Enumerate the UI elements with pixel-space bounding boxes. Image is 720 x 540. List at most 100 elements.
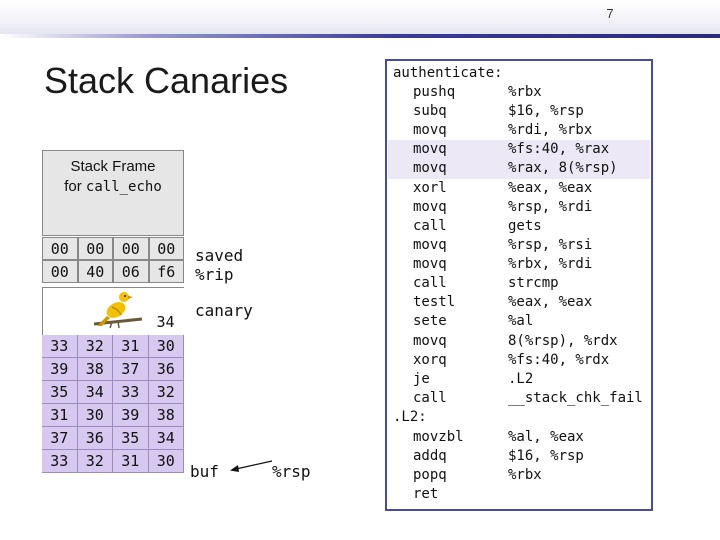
buffer-row: 31 30 39 38 <box>42 404 184 427</box>
memory-cell: 00 <box>42 237 78 260</box>
code-args: %fs:40, %rax <box>508 141 610 157</box>
code-op: pushq <box>413 84 456 100</box>
code-args: %rbx, %rdi <box>508 256 593 272</box>
canary-label: canary <box>195 301 253 320</box>
code-op: xorq <box>413 352 447 368</box>
code-args: %eax, %eax <box>508 180 593 196</box>
code-op: movq <box>413 160 447 176</box>
top-banner-rule <box>0 34 720 38</box>
code-args: %rbx <box>508 84 542 100</box>
memory-cell: 35 <box>113 427 149 450</box>
rsp-pointer-arrow <box>230 460 273 472</box>
code-op: addq <box>413 448 447 464</box>
code-op: movzbl <box>413 429 464 445</box>
code-args: %eax, %eax <box>508 294 593 310</box>
buffer-row: 33 32 31 30 <box>42 335 184 358</box>
code-args: %rax, 8(%rsp) <box>508 160 618 176</box>
code-args: %rsp, %rdi <box>508 199 593 215</box>
memory-cell: 34 <box>77 381 113 404</box>
memory-cell: 37 <box>113 358 149 381</box>
memory-cell: 33 <box>42 450 78 473</box>
code-op: movq <box>413 141 447 157</box>
code-args: %al, %eax <box>508 429 584 445</box>
saved-rip-row: 00 00 00 00 <box>42 237 184 260</box>
code-op: movq <box>413 122 447 138</box>
saved-rip-row: 00 40 06 f6 <box>42 260 184 283</box>
memory-cell: 38 <box>148 404 184 427</box>
memory-cell: 30 <box>148 335 184 358</box>
memory-cell: 06 <box>113 260 149 283</box>
saved-rip-grid: 00 00 00 00 00 40 06 f6 <box>42 237 184 283</box>
rip-label: %rip <box>195 265 234 284</box>
code-op: movq <box>413 256 447 272</box>
memory-cell: 39 <box>42 358 78 381</box>
buffer-row: 33 32 31 30 <box>42 450 184 473</box>
code-op: sete <box>413 313 447 329</box>
buf-label: buf <box>190 462 219 481</box>
code-op: xorl <box>413 180 447 196</box>
memory-cell: 32 <box>77 335 113 358</box>
memory-cell: 34 <box>148 427 184 450</box>
code-args: %al <box>508 313 534 329</box>
code-op: movq <box>413 199 447 215</box>
buffer-row: 35 34 33 32 <box>42 381 184 404</box>
code-op: call <box>413 275 447 291</box>
memory-cell: 30 <box>148 450 184 473</box>
saved-label: saved <box>195 246 244 265</box>
buffer-grid: 33 32 31 30 39 38 37 36 35 34 33 32 31 3… <box>42 335 184 473</box>
memory-cell: 00 <box>42 260 78 283</box>
canary-byte: 34 <box>156 313 175 331</box>
code-args: %rsp, %rsi <box>508 237 593 253</box>
slide-number: 7 <box>606 6 614 21</box>
memory-cell: 00 <box>148 237 184 260</box>
code-args: strcmp <box>508 275 559 291</box>
memory-cell: 31 <box>113 450 149 473</box>
rsp-label: %rsp <box>272 462 311 481</box>
stack-frame-box: Stack Frame for call_echo <box>42 150 184 236</box>
code-op: subq <box>413 103 447 119</box>
memory-cell: 31 <box>42 404 78 427</box>
code-args: %fs:40, %rdx <box>508 352 610 368</box>
memory-cell: 00 <box>113 237 149 260</box>
code-op: popq <box>413 467 447 483</box>
code-op: ret <box>413 486 439 502</box>
slide-title: Stack Canaries <box>44 60 289 101</box>
memory-cell: 38 <box>77 358 113 381</box>
code-label-text: .L2: <box>393 409 427 425</box>
memory-cell: 32 <box>148 381 184 404</box>
memory-cell: 36 <box>77 427 113 450</box>
memory-cell: 30 <box>77 404 113 427</box>
memory-cell: 40 <box>77 260 113 283</box>
code-label-text: authenticate: <box>393 65 503 81</box>
buffer-row: 39 38 37 36 <box>42 358 184 381</box>
memory-cell: f6 <box>148 260 184 283</box>
memory-cell: 00 <box>77 237 113 260</box>
memory-cell: 31 <box>113 335 149 358</box>
canary-bird-icon <box>93 292 143 329</box>
memory-cell: 33 <box>113 381 149 404</box>
buffer-row: 37 36 35 34 <box>42 427 184 450</box>
code-op: je <box>413 371 430 387</box>
code-args: %rdi, %rbx <box>508 122 593 138</box>
memory-cell: 35 <box>42 381 78 404</box>
code-args: gets <box>508 218 542 234</box>
code-op: movq <box>413 237 447 253</box>
stack-frame-title: Stack Frame <box>70 158 156 175</box>
code-op: call <box>413 390 447 406</box>
code-args: $16, %rsp <box>508 448 584 464</box>
memory-cell: 32 <box>77 450 113 473</box>
memory-cell: 36 <box>148 358 184 381</box>
code-op: call <box>413 218 447 234</box>
stack-frame-for: for <box>64 178 82 195</box>
top-banner: 7 <box>0 0 720 38</box>
code-args: %rbx <box>508 467 542 483</box>
code-args: __stack_chk_fail <box>508 390 643 406</box>
stack-frame-func: call_echo <box>85 179 162 195</box>
code-op: movq <box>413 333 447 349</box>
stack-frame-subtitle: for call_echo <box>43 177 183 197</box>
memory-cell: 37 <box>42 427 78 450</box>
code-args: $16, %rsp <box>508 103 584 119</box>
code-args: .L2 <box>508 371 534 387</box>
code-args: 8(%rsp), %rdx <box>508 333 618 349</box>
code-op: testl <box>413 294 456 310</box>
